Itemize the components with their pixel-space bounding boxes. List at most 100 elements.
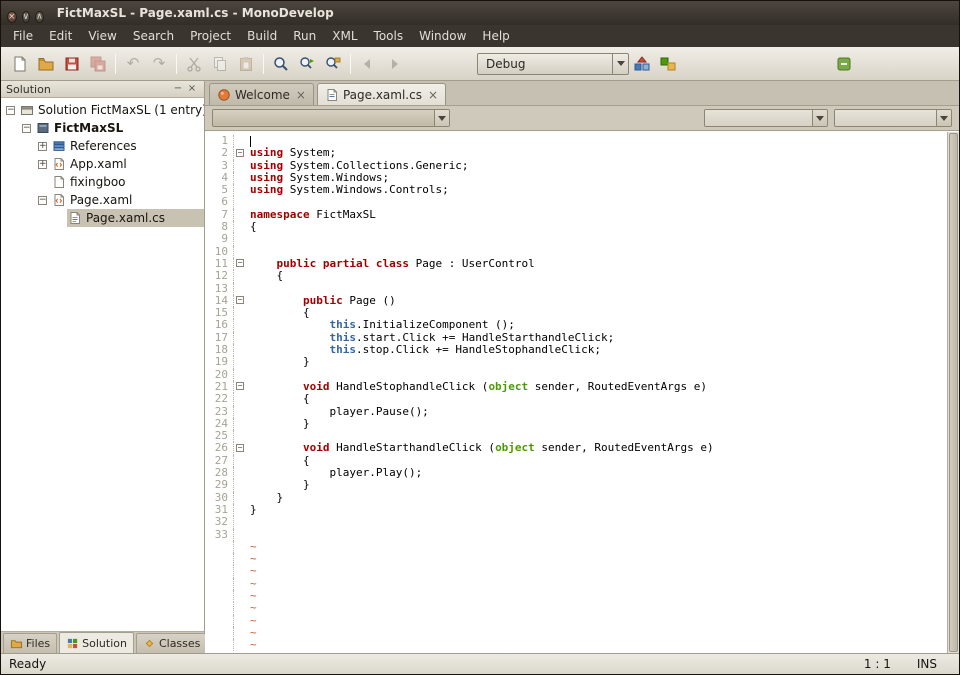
line-number[interactable]: 13 bbox=[205, 283, 233, 295]
tree-item-references[interactable]: +References bbox=[1, 137, 204, 155]
maximize-button[interactable]: ∧ bbox=[35, 11, 44, 23]
tree-item-page-xaml[interactable]: −Page.xaml bbox=[1, 191, 204, 209]
line-number[interactable]: 9 bbox=[205, 233, 233, 245]
tree-item-app-xaml[interactable]: +App.xaml bbox=[1, 155, 204, 173]
line-number[interactable]: 33 bbox=[205, 529, 233, 541]
line-number[interactable]: 32 bbox=[205, 516, 233, 528]
line-number[interactable]: 29 bbox=[205, 479, 233, 491]
code-line[interactable]: 7namespace FictMaxSL bbox=[205, 209, 947, 221]
close-icon[interactable]: × bbox=[296, 89, 306, 101]
cut-button[interactable] bbox=[181, 51, 207, 77]
redo-button[interactable]: ↷ bbox=[146, 51, 172, 77]
code-line[interactable]: 23 player.Pause(); bbox=[205, 406, 947, 418]
save-button[interactable] bbox=[59, 51, 85, 77]
open-button[interactable] bbox=[33, 51, 59, 77]
code-line[interactable]: 12 { bbox=[205, 270, 947, 282]
run-debug-button[interactable] bbox=[655, 51, 681, 77]
scrollbar-thumb[interactable] bbox=[949, 133, 958, 652]
empty-line[interactable]: ~ bbox=[205, 565, 947, 577]
code-line[interactable]: 30 } bbox=[205, 492, 947, 504]
empty-line[interactable]: ~ bbox=[205, 578, 947, 590]
line-number[interactable]: 26 bbox=[205, 442, 233, 454]
empty-line[interactable]: ~ bbox=[205, 615, 947, 627]
navigate-forward-button[interactable] bbox=[381, 51, 407, 77]
save-all-button[interactable] bbox=[85, 51, 111, 77]
code-line[interactable]: 11− public partial class Page : UserCont… bbox=[205, 258, 947, 270]
configuration-selector[interactable]: Debug bbox=[477, 53, 629, 75]
line-number[interactable]: 23 bbox=[205, 406, 233, 418]
menu-file[interactable]: File bbox=[5, 27, 41, 45]
search-button[interactable] bbox=[268, 51, 294, 77]
document-tab-page-xaml-cs[interactable]: Page.xaml.cs× bbox=[317, 83, 446, 105]
code-line[interactable]: 24 } bbox=[205, 418, 947, 430]
document-tab-welcome[interactable]: Welcome× bbox=[209, 83, 314, 105]
type-navigation-combo[interactable] bbox=[704, 109, 828, 127]
menu-build[interactable]: Build bbox=[239, 27, 285, 45]
menu-edit[interactable]: Edit bbox=[41, 27, 80, 45]
line-number[interactable]: 12 bbox=[205, 270, 233, 282]
line-number[interactable]: 16 bbox=[205, 319, 233, 331]
paste-button[interactable] bbox=[233, 51, 259, 77]
collapse-icon[interactable]: − bbox=[6, 106, 15, 115]
navigate-back-button[interactable] bbox=[355, 51, 381, 77]
fold-collapse-icon[interactable]: − bbox=[236, 296, 244, 304]
code-line[interactable]: 32 bbox=[205, 516, 947, 528]
code-line[interactable]: 28 player.Play(); bbox=[205, 467, 947, 479]
close-icon[interactable]: × bbox=[185, 82, 199, 96]
fold-collapse-icon[interactable]: − bbox=[236, 259, 244, 267]
line-number[interactable]: 5 bbox=[205, 184, 233, 196]
code-line[interactable]: 5using System.Windows.Controls; bbox=[205, 184, 947, 196]
code-line[interactable]: 33 bbox=[205, 529, 947, 541]
undo-button[interactable]: ↶ bbox=[120, 51, 146, 77]
pad-tab-solution[interactable]: Solution bbox=[59, 632, 134, 653]
menu-help[interactable]: Help bbox=[474, 27, 517, 45]
tree-item-fictmaxsl[interactable]: −FictMaxSL bbox=[1, 119, 204, 137]
menu-xml[interactable]: XML bbox=[324, 27, 365, 45]
line-number[interactable]: 8 bbox=[205, 221, 233, 233]
close-button[interactable]: × bbox=[7, 11, 17, 23]
line-number[interactable]: 1 bbox=[205, 135, 233, 147]
text-editor[interactable]: 12−using System;3using System.Collection… bbox=[205, 132, 947, 653]
empty-line[interactable]: ~ bbox=[205, 590, 947, 602]
menu-search[interactable]: Search bbox=[125, 27, 182, 45]
menu-project[interactable]: Project bbox=[182, 27, 239, 45]
code-line[interactable]: 31} bbox=[205, 504, 947, 516]
line-number[interactable]: 3 bbox=[205, 160, 233, 172]
titlebar[interactable]: ×∨∧ FictMaxSL - Page.xaml.cs - MonoDevel… bbox=[1, 1, 959, 25]
fold-collapse-icon[interactable]: − bbox=[236, 382, 244, 390]
region-navigation-combo[interactable] bbox=[212, 109, 450, 127]
expand-icon[interactable]: + bbox=[38, 142, 47, 151]
tree-item-page-xaml-cs[interactable]: Page.xaml.cs bbox=[1, 209, 204, 227]
pin-icon[interactable]: − bbox=[171, 82, 185, 96]
fold-collapse-icon[interactable]: − bbox=[236, 149, 244, 157]
vertical-scrollbar[interactable] bbox=[947, 132, 959, 653]
tree-item-fixingboo[interactable]: fixingboo bbox=[1, 173, 204, 191]
menu-window[interactable]: Window bbox=[411, 27, 474, 45]
line-number[interactable]: 7 bbox=[205, 209, 233, 221]
menu-tools[interactable]: Tools bbox=[366, 27, 412, 45]
empty-line[interactable]: ~ bbox=[205, 541, 947, 553]
line-number[interactable]: 6 bbox=[205, 196, 233, 208]
empty-line[interactable]: ~ bbox=[205, 639, 947, 651]
empty-line[interactable]: ~ bbox=[205, 602, 947, 614]
collapse-icon[interactable]: − bbox=[38, 196, 47, 205]
error-list-toggle-button[interactable] bbox=[831, 51, 857, 77]
code-line[interactable]: 19 } bbox=[205, 356, 947, 368]
tree-item-solution-fictmaxsl-1-entry[interactable]: −Solution FictMaxSL (1 entry) bbox=[1, 101, 204, 119]
code-line[interactable]: 21− void HandleStophandleClick (object s… bbox=[205, 381, 947, 393]
fold-collapse-icon[interactable]: − bbox=[236, 444, 244, 452]
code-line[interactable]: 9 bbox=[205, 233, 947, 245]
code-line[interactable]: 8{ bbox=[205, 221, 947, 233]
expand-icon[interactable]: + bbox=[38, 160, 47, 169]
find-in-files-button[interactable] bbox=[320, 51, 346, 77]
new-file-button[interactable] bbox=[7, 51, 33, 77]
pad-tab-classes[interactable]: Classes bbox=[136, 633, 207, 653]
line-number[interactable]: 19 bbox=[205, 356, 233, 368]
empty-line[interactable]: ~ bbox=[205, 627, 947, 639]
line-number[interactable]: 22 bbox=[205, 393, 233, 405]
member-navigation-combo[interactable] bbox=[834, 109, 952, 127]
copy-button[interactable] bbox=[207, 51, 233, 77]
code-line[interactable]: 14− public Page () bbox=[205, 295, 947, 307]
code-line[interactable]: 29 } bbox=[205, 479, 947, 491]
line-number[interactable]: 4 bbox=[205, 172, 233, 184]
